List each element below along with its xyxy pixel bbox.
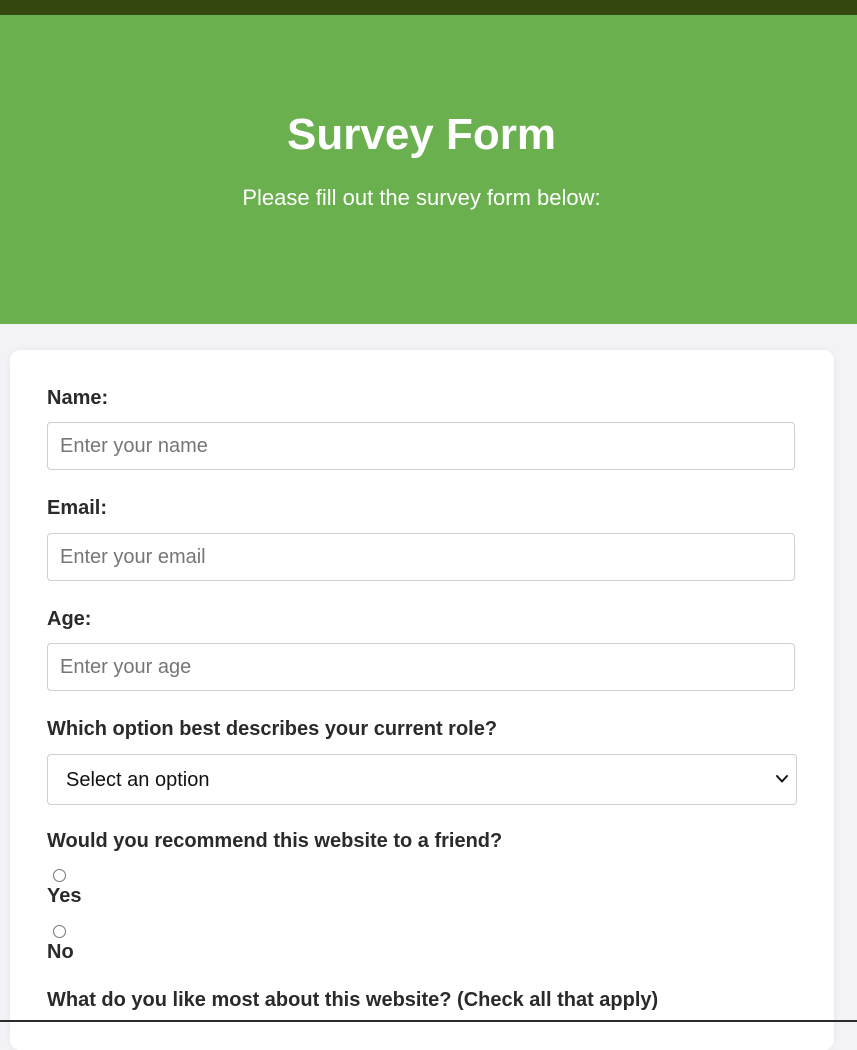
recommend-no-label: No	[47, 941, 74, 963]
role-select-value: Select an option	[66, 769, 210, 791]
recommend-no-radio[interactable]	[53, 925, 66, 938]
page-title: Survey Form	[287, 110, 556, 159]
name-field	[47, 422, 795, 470]
recommend-label: Would you recommend this website to a fr…	[47, 830, 503, 852]
role-select[interactable]: Select an option	[47, 754, 797, 805]
chevron-down-icon	[776, 775, 788, 783]
recommend-yes-label: Yes	[47, 885, 82, 907]
top-bar	[0, 0, 857, 15]
survey-form: Name: Email: Age: Which option best desc…	[10, 350, 834, 1050]
page-subtitle: Please fill out the survey form below:	[242, 185, 601, 210]
name-input[interactable]	[48, 423, 794, 469]
age-label: Age:	[47, 608, 92, 630]
email-input[interactable]	[48, 534, 794, 580]
name-label: Name:	[47, 387, 109, 409]
hero-banner: Survey Form Please fill out the survey f…	[0, 15, 857, 324]
recommend-yes-radio[interactable]	[53, 869, 66, 882]
role-label: Which option best describes your current…	[47, 718, 498, 740]
age-field	[47, 643, 795, 691]
likes-label: What do you like most about this website…	[47, 989, 659, 1011]
age-input[interactable]	[48, 644, 794, 690]
email-label: Email:	[47, 497, 108, 519]
email-field	[47, 533, 795, 581]
